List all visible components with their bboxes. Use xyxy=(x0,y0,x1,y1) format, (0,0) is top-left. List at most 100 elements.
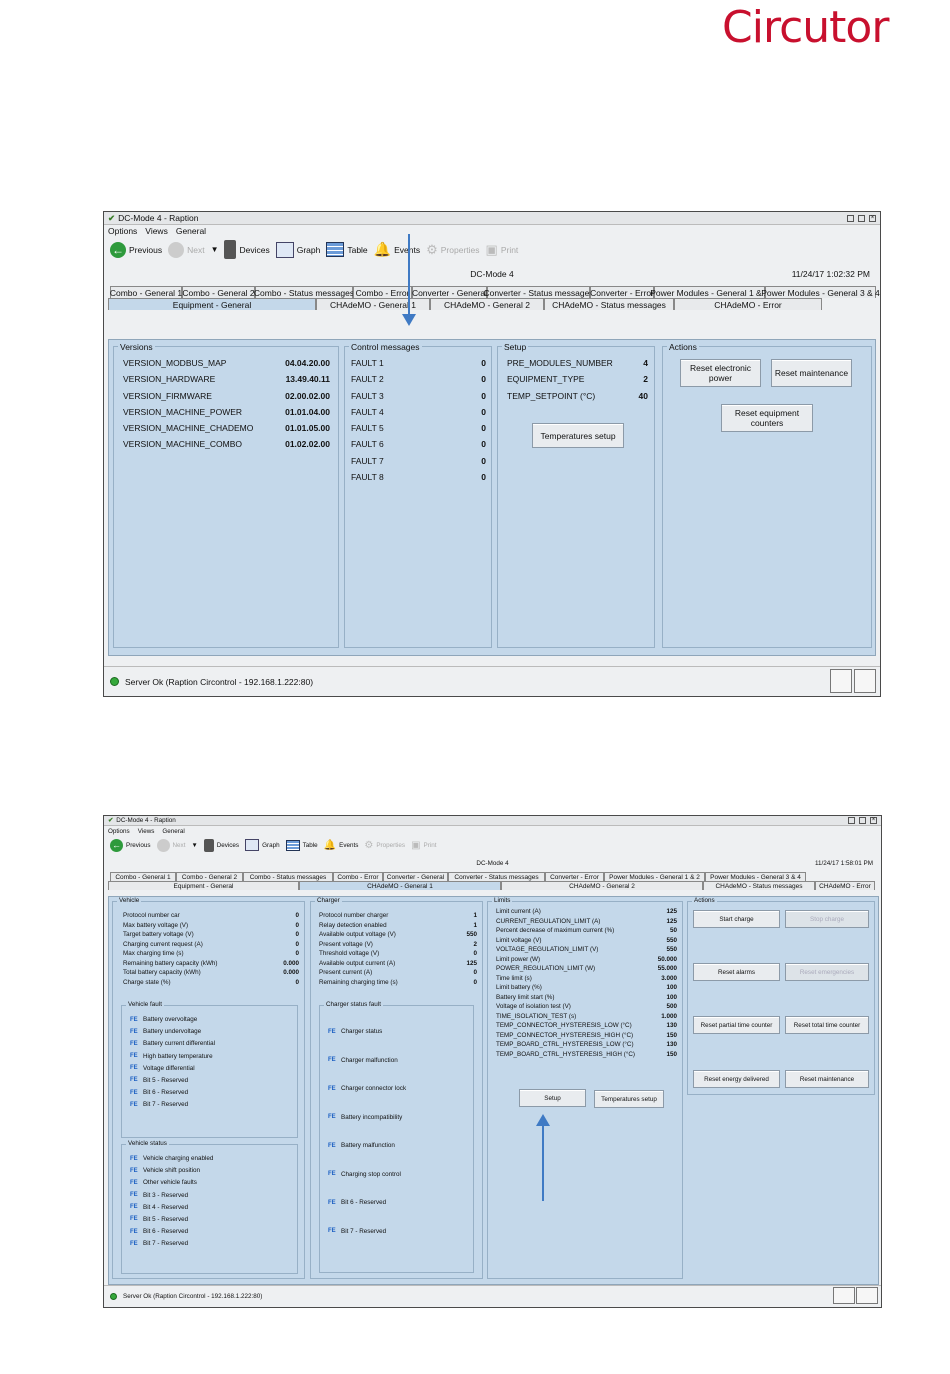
tab-chademo-general-2[interactable]: CHAdeMO - General 2 xyxy=(430,298,544,310)
list-item: FE Vehicle shift position xyxy=(130,1167,201,1175)
fault-row: FAULT 60 xyxy=(351,439,486,450)
vehicle-status-list: FE Vehicle charging enabled FE Vehicle shi… xyxy=(122,1145,297,1247)
reset-maintenance-button[interactable]: Reset maintenance xyxy=(771,359,852,387)
print-button[interactable]: ▣ Print xyxy=(486,242,519,258)
tab-chademo-general-1[interactable]: CHAdeMO - General 1 xyxy=(316,298,430,310)
vehicle-title: Vehicle xyxy=(117,897,142,904)
status-bar: Server Ok (Raption Circontrol - 192.168.… xyxy=(104,1285,881,1307)
reset-total-time-counter-button[interactable]: Reset total time counter xyxy=(785,1016,869,1034)
graph-button[interactable]: Graph xyxy=(275,241,320,258)
control-messages-panel: Control messages FAULT 10 FAULT 20 FAULT… xyxy=(344,342,492,648)
tab-combo-general-2[interactable]: Combo - General 2 xyxy=(176,872,243,881)
reset-electronic-power-button[interactable]: Reset electronic power xyxy=(680,359,761,387)
print-button[interactable]: ▣ Print xyxy=(411,840,436,851)
arrowhead-up-icon xyxy=(536,1114,550,1126)
temperatures-setup-button[interactable]: Temperatures setup xyxy=(594,1090,664,1108)
fault-row: FAULT 70 xyxy=(351,455,486,466)
minimize-icon[interactable] xyxy=(848,817,855,824)
next-button[interactable]: Next xyxy=(168,241,205,258)
next-dropdown-icon[interactable]: ▼ xyxy=(191,842,197,849)
tab-chademo-status-messages[interactable]: CHAdeMO - Status messages xyxy=(703,881,815,890)
list-item: FE Bit 6 - Reserved xyxy=(328,1199,387,1206)
status-bit-icon: FE xyxy=(130,1101,138,1108)
reset-alarms-button[interactable]: Reset alarms xyxy=(693,963,780,981)
reset-equipment-counters-button[interactable]: Reset equipment counters xyxy=(721,404,813,432)
previous-button[interactable]: ← Previous xyxy=(110,838,151,852)
table-button[interactable]: Table xyxy=(285,839,318,851)
tab-chademo-general-2[interactable]: CHAdeMO - General 2 xyxy=(501,881,703,890)
properties-button[interactable]: ⚙ Properties xyxy=(364,840,405,851)
tab-chademo-error[interactable]: CHAdeMO - Error xyxy=(815,881,875,890)
graph-icon xyxy=(245,839,260,851)
menu-views[interactable]: Views xyxy=(138,828,155,835)
tab-converter-general[interactable]: Converter - General xyxy=(383,872,448,881)
tab-converter-error[interactable]: Converter - Error xyxy=(545,872,604,881)
close-icon[interactable]: × xyxy=(870,817,877,824)
graph-button[interactable]: Graph xyxy=(245,839,280,851)
tab-power-modules-3-4[interactable]: Power Modules - General 3 & 4 xyxy=(761,286,880,298)
reset-energy-delivered-button[interactable]: Reset energy delivered xyxy=(693,1070,780,1088)
list-item: FE Vehicle charging enabled xyxy=(130,1155,214,1162)
tab-equipment-general[interactable]: Equipment - General xyxy=(108,881,299,890)
previous-button[interactable]: ← Previous xyxy=(110,241,162,258)
server-status: Server Ok (Raption Circontrol - 192.168.… xyxy=(125,676,314,687)
maximize-icon[interactable] xyxy=(858,214,865,222)
app-icon: ✔ xyxy=(108,212,116,223)
list-item: FE Bit 7 - Reserved xyxy=(328,1227,387,1235)
menu-general[interactable]: General xyxy=(176,226,206,236)
maximize-icon[interactable] xyxy=(859,817,866,824)
menu-options[interactable]: Options xyxy=(108,226,137,236)
next-dropdown-icon[interactable]: ▼ xyxy=(211,245,219,254)
stop-charge-button[interactable]: Stop charge xyxy=(785,910,869,928)
tab-chademo-error[interactable]: CHAdeMO - Error xyxy=(674,298,822,310)
tab-combo-error[interactable]: Combo - Error xyxy=(333,872,383,881)
tab-combo-status-messages[interactable]: Combo - Status messages xyxy=(243,872,333,881)
tab-converter-error[interactable]: Converter - Error xyxy=(590,286,654,298)
tab-combo-error[interactable]: Combo - Error xyxy=(353,286,412,298)
table-button[interactable]: Table xyxy=(326,242,368,257)
tab-power-modules-3-4[interactable]: Power Modules - General 3 & 4 xyxy=(705,872,806,881)
limit-row: Percent decrease of maximum current (%) 5… xyxy=(496,927,677,934)
tab-combo-general-1[interactable]: Combo - General 1 xyxy=(110,286,182,298)
reset-emergencies-button[interactable]: Reset emergencies xyxy=(785,963,869,981)
tab-combo-general-2[interactable]: Combo - General 2 xyxy=(182,286,255,298)
tab-converter-status-messages[interactable]: Converter - Status messages xyxy=(483,286,594,298)
arrowhead-down-icon xyxy=(402,314,416,326)
menu-options[interactable]: Options xyxy=(108,828,130,835)
status-bit-icon: FE xyxy=(130,1028,138,1035)
list-item: FE High battery temperature xyxy=(130,1052,213,1060)
minimize-icon[interactable] xyxy=(847,214,854,222)
tab-combo-status-messages[interactable]: Combo - Status messages xyxy=(254,286,354,298)
devices-button[interactable]: Devices xyxy=(224,240,270,259)
events-button[interactable]: 🔔Events xyxy=(324,840,359,851)
status-bit-icon: FE xyxy=(130,1089,138,1096)
devices-button[interactable]: Devices xyxy=(203,838,239,852)
tab-chademo-status-messages[interactable]: CHAdeMO - Status messages xyxy=(544,298,674,310)
close-icon[interactable]: × xyxy=(869,214,876,222)
menu-general[interactable]: General xyxy=(162,828,184,835)
temperatures-setup-button[interactable]: Temperatures setup xyxy=(532,423,624,448)
menu-views[interactable]: Views xyxy=(145,226,168,236)
charger-row: Present voltage (V) 2 xyxy=(319,940,477,948)
chademo-content: Vehicle Protocol number car 0 Max battery… xyxy=(108,896,879,1285)
list-item: FE Bit 4 - Reserved xyxy=(130,1203,189,1211)
tab-converter-general[interactable]: Converter - General xyxy=(412,286,487,298)
status-box xyxy=(854,669,876,693)
reset-partial-time-counter-button[interactable]: Reset partial time counter xyxy=(693,1016,780,1034)
tab-combo-general-1[interactable]: Combo - General 1 xyxy=(110,872,176,881)
charger-row: Remaining charging time (s) 0 xyxy=(319,978,477,986)
tab-chademo-general-1[interactable]: CHAdeMO - General 1 xyxy=(299,881,501,890)
setup-button[interactable]: Setup xyxy=(519,1089,586,1107)
tab-converter-status-messages[interactable]: Converter - Status messages xyxy=(448,872,545,881)
properties-button[interactable]: ⚙ Properties xyxy=(426,242,479,258)
list-item: FE Charger status xyxy=(328,1028,383,1035)
next-button[interactable]: Next xyxy=(156,838,185,852)
reset-maintenance-button[interactable]: Reset maintenance xyxy=(785,1070,869,1088)
start-charge-button[interactable]: Start charge xyxy=(693,910,780,928)
tab-equipment-general[interactable]: Equipment - General xyxy=(108,298,316,310)
status-bit-icon: FE xyxy=(130,1040,138,1047)
tab-power-modules-1-2[interactable]: Power Modules - General 1 & 2 xyxy=(604,872,705,881)
events-button[interactable]: 🔔Events xyxy=(374,241,420,258)
tab-power-modules-1-2[interactable]: Power Modules - General 1 & 2 xyxy=(650,286,769,298)
list-item: FE Other vehicle faults xyxy=(130,1179,197,1187)
